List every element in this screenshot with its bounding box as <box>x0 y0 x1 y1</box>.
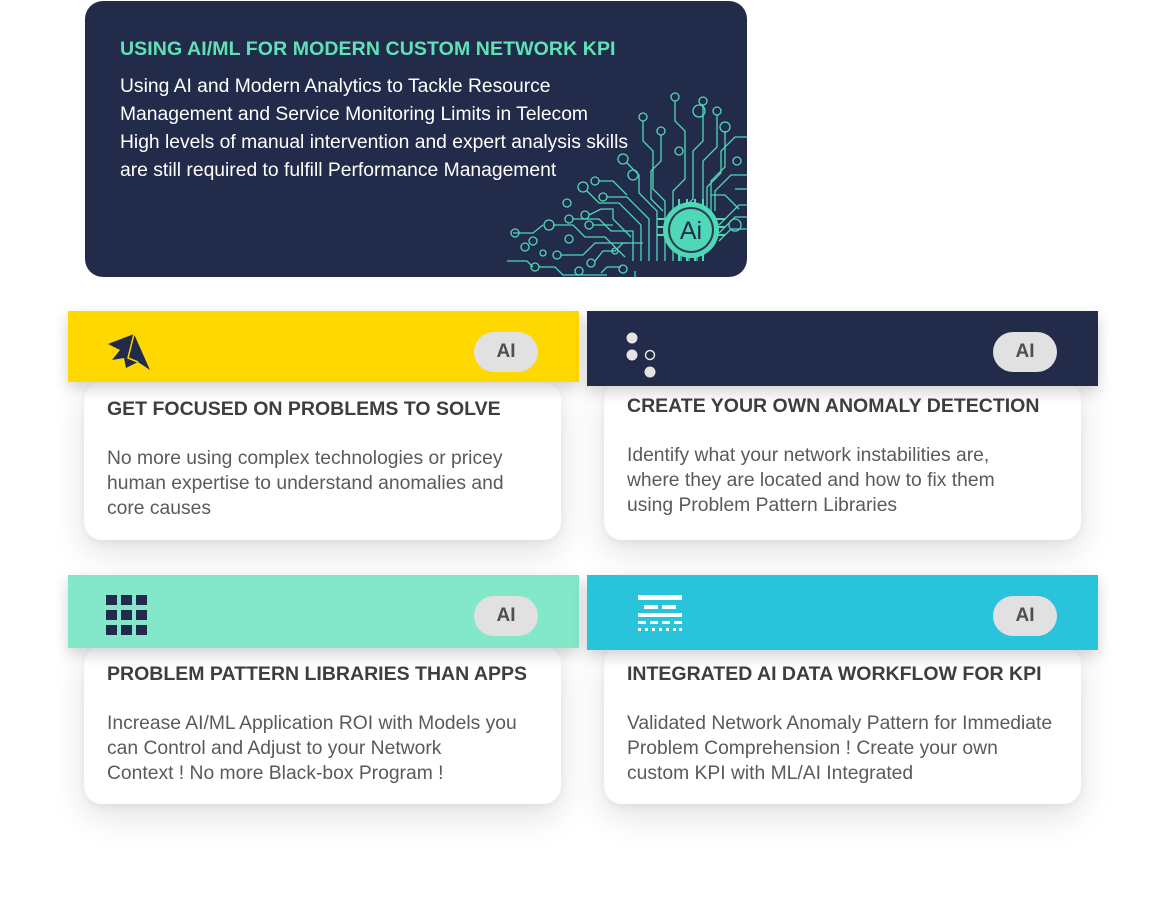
feature-card-libraries: PROBLEM PATTERN LIBRARIES THAN APPS Incr… <box>84 646 561 804</box>
feature-card-anomaly: CREATE YOUR OWN ANOMALY DETECTION Identi… <box>604 382 1081 540</box>
hero-title: USING AI/ML FOR MODERN CUSTOM NETWORK KP… <box>120 38 616 60</box>
card-description: Validated Network Anomaly Pattern for Im… <box>627 713 1053 784</box>
card-description: Identify what your network instabilities… <box>627 445 995 516</box>
feature-card-workflow: INTEGRATED AI DATA WORKFLOW FOR KPI Vali… <box>604 646 1081 804</box>
paper-plane-icon <box>108 333 150 370</box>
ai-chip-label: Ai <box>680 217 702 245</box>
hero-banner: USING AI/ML FOR MODERN CUSTOM NETWORK KP… <box>85 1 747 277</box>
card-title: PROBLEM PATTERN LIBRARIES THAN APPS <box>107 663 527 685</box>
card-title: GET FOCUSED ON PROBLEMS TO SOLVE <box>107 398 501 420</box>
card-description: No more using complex technologies or pr… <box>107 448 504 519</box>
card-header-band: AI <box>68 575 579 648</box>
card-header-band: AI <box>68 311 579 382</box>
card-title: CREATE YOUR OWN ANOMALY DETECTION <box>627 395 1040 417</box>
grid-icon <box>106 595 147 635</box>
card-header-band: AI <box>587 575 1098 650</box>
card-description: Increase AI/ML Application ROI with Mode… <box>107 713 517 784</box>
card-title: INTEGRATED AI DATA WORKFLOW FOR KPI <box>627 663 1042 685</box>
feature-card-focused: GET FOCUSED ON PROBLEMS TO SOLVE No more… <box>84 382 561 540</box>
card-header-band: AI <box>587 311 1098 386</box>
ai-badge: AI <box>993 596 1057 636</box>
ai-badge: AI <box>474 332 538 372</box>
ai-badge: AI <box>474 596 538 636</box>
data-table-icon <box>638 595 682 631</box>
ai-circuit-illustration: Ai <box>507 92 747 277</box>
dots-cluster-icon <box>626 332 656 378</box>
ai-badge: AI <box>993 332 1057 372</box>
